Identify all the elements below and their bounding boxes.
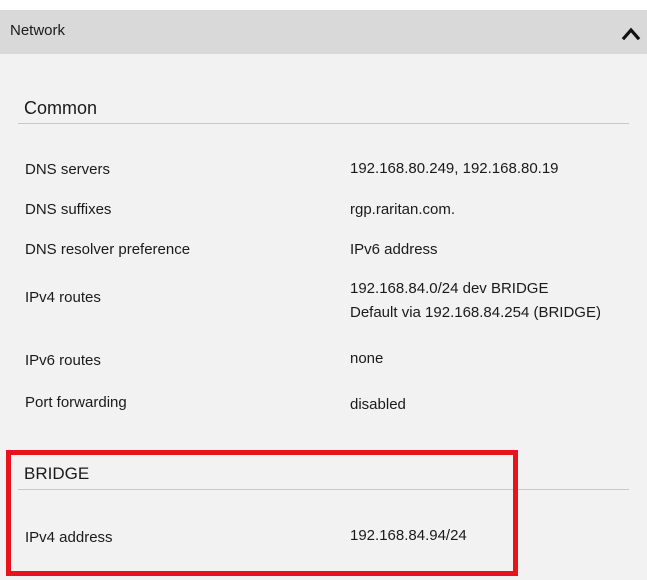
row-value-port-forwarding: disabled (350, 396, 406, 413)
row-label-ipv4-routes: IPv4 routes (25, 289, 101, 306)
row-value-dns-suffixes: rgp.raritan.com. (350, 201, 456, 218)
row-label-port-forwarding: Port forwarding (25, 394, 127, 411)
row-label-ipv6-routes: IPv6 routes (25, 352, 101, 369)
section-divider (18, 489, 629, 490)
row-value-ipv4-address: 192.168.84.94/24 (350, 527, 467, 544)
row-value-dns-resolver: IPv6 address (350, 241, 438, 258)
network-panel: Network Common DNS servers 192.168.80.24… (0, 10, 647, 580)
row-label-dns-servers: DNS servers (25, 161, 111, 178)
row-value-ipv6-routes: none (350, 350, 384, 367)
network-panel-header[interactable]: Network (0, 10, 647, 54)
row-value-ipv4-routes-line1: 192.168.84.0/24 dev BRIDGE (350, 280, 549, 297)
panel-title: Network (10, 22, 66, 39)
section-divider (18, 123, 629, 124)
row-label-dns-resolver: DNS resolver preference (25, 241, 191, 258)
row-value-dns-servers: 192.168.80.249, 192.168.80.19 (350, 160, 559, 177)
row-label-ipv4-address: IPv4 address (25, 529, 113, 546)
row-label-dns-suffixes: DNS suffixes (25, 201, 112, 218)
section-title-bridge: BRIDGE (24, 464, 90, 483)
row-value-ipv4-routes-line2: Default via 192.168.84.254 (BRIDGE) (350, 304, 601, 321)
section-title-common: Common (24, 98, 98, 118)
chevron-up-icon[interactable] (621, 26, 641, 41)
